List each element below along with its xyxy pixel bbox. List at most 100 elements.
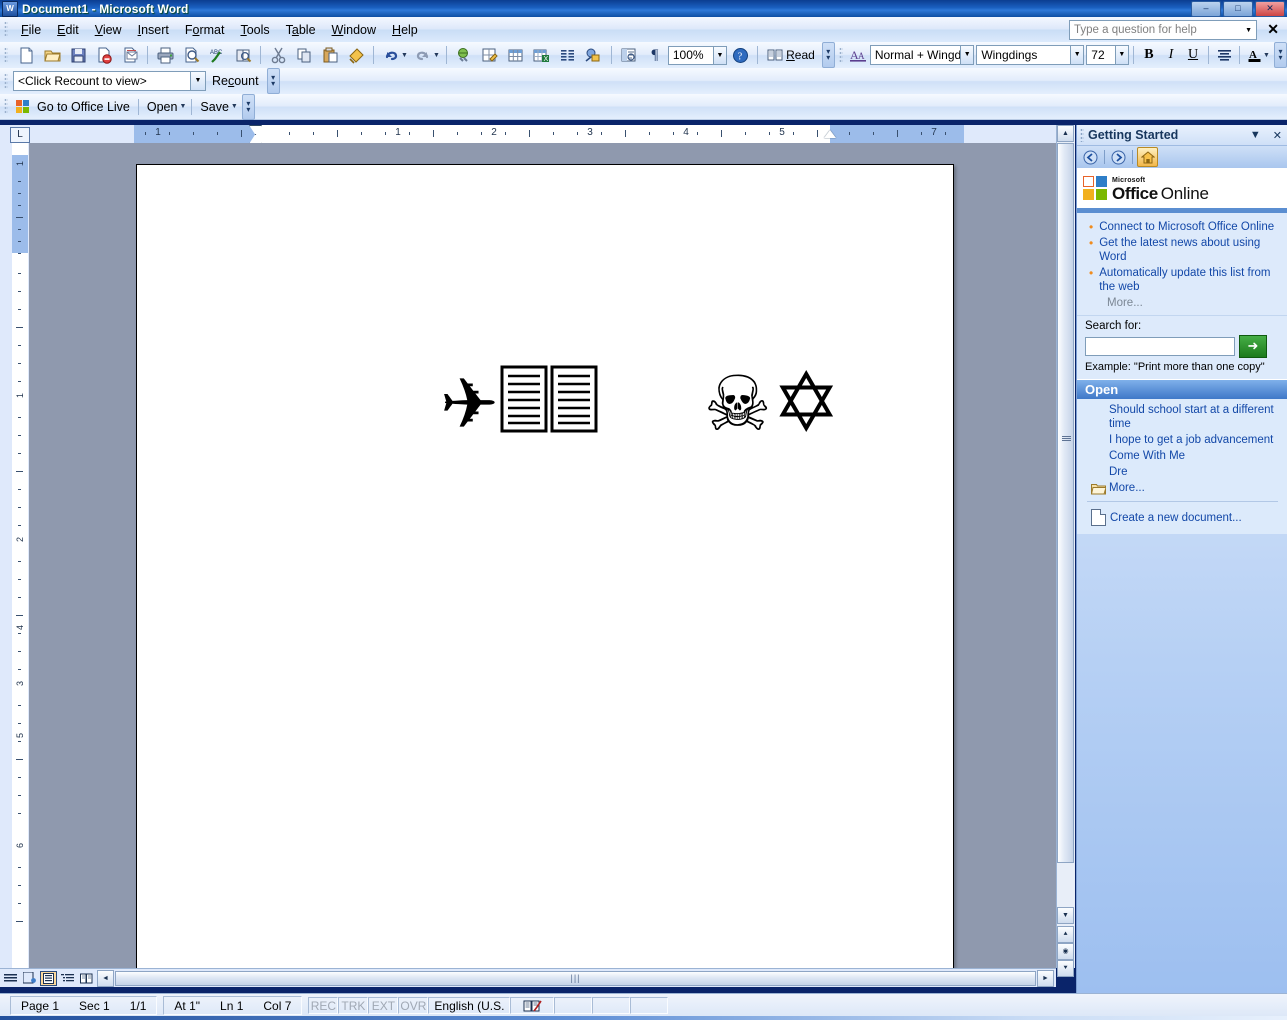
recount-button[interactable]: Recount <box>206 74 265 88</box>
style-dropdown-icon[interactable]: ▼ <box>961 45 975 65</box>
copy-icon[interactable] <box>292 43 316 67</box>
font-size-box[interactable]: 72 <box>1086 45 1116 65</box>
right-indent-marker[interactable] <box>824 130 836 138</box>
underline-button[interactable]: U <box>1182 43 1204 67</box>
vertical-scrollbar-thumb[interactable] <box>1057 143 1074 863</box>
print-icon[interactable] <box>153 43 177 67</box>
task-pane-close-icon[interactable]: ✕ <box>1267 129 1287 142</box>
horizontal-scrollbar-thumb[interactable]: ||| <box>115 970 1036 986</box>
standard-toolbar-overflow[interactable]: ▾ ▾ <box>821 42 835 68</box>
document-page[interactable]: ✈ ☠✡ <box>136 164 954 968</box>
close-document-button[interactable]: ✕ <box>1267 21 1279 38</box>
office-live-save-button[interactable]: Save <box>195 100 234 114</box>
font-color-dropdown-icon[interactable]: ▼ <box>1263 52 1270 59</box>
standard-toolbar-grip[interactable] <box>4 46 8 64</box>
menu-bar-grip[interactable] <box>4 21 8 38</box>
scroll-up-button[interactable]: ▲ <box>1057 125 1074 142</box>
normal-view-icon[interactable] <box>2 971 19 986</box>
word-count-dropdown-icon[interactable]: ▼ <box>191 71 206 91</box>
document-map-icon[interactable] <box>617 43 641 67</box>
status-ext[interactable]: EXT <box>368 997 399 1014</box>
list-item[interactable]: • Automatically update this list from th… <box>1077 265 1287 295</box>
recent-file-3[interactable]: Come With Me <box>1109 449 1282 463</box>
previous-page-button[interactable]: ⯅ <box>1057 926 1074 943</box>
menu-insert[interactable]: Insert <box>130 20 177 40</box>
document-canvas[interactable]: ✈ ☠✡ <box>29 143 1056 968</box>
new-document-icon[interactable] <box>14 43 38 67</box>
status-language[interactable]: English (U.S. <box>428 997 511 1014</box>
insert-hyperlink-icon[interactable] <box>452 43 476 67</box>
office-live-open-dropdown-icon[interactable]: ▼ <box>179 103 186 110</box>
recent-file-2[interactable]: I hope to get a job advancement <box>1109 433 1282 447</box>
email-icon[interactable] <box>118 43 142 67</box>
columns-icon[interactable] <box>556 43 580 67</box>
office-live-toolbar-overflow[interactable]: ▾ ▾ <box>241 93 255 120</box>
create-new-document-row[interactable]: Create a new document... <box>1077 507 1287 530</box>
select-browse-object-button[interactable]: ◉ <box>1057 943 1074 960</box>
status-ovr[interactable]: OVR <box>398 997 429 1014</box>
chevron-down-icon[interactable]: ▼ <box>1241 27 1256 34</box>
bold-button[interactable]: B <box>1138 43 1160 67</box>
search-go-button[interactable]: ➜ <box>1239 335 1267 358</box>
tables-borders-icon[interactable] <box>478 43 502 67</box>
menu-window[interactable]: Window <box>324 20 384 40</box>
task-pane-grip[interactable] <box>1080 128 1084 142</box>
tab-selector-button[interactable]: L <box>10 127 30 143</box>
font-size-dropdown-icon[interactable]: ▼ <box>1115 45 1129 65</box>
horizontal-ruler[interactable]: L 1 1 2 3 4 5 7 <box>0 125 1074 144</box>
zoom-dropdown-icon[interactable]: ▼ <box>713 45 728 65</box>
menu-help[interactable]: Help <box>384 20 426 40</box>
reading-layout-view-icon[interactable] <box>78 971 95 986</box>
home-icon[interactable] <box>1137 147 1158 167</box>
office-live-open-button[interactable]: Open <box>142 100 183 114</box>
zoom-value[interactable]: 100% <box>667 45 714 65</box>
menu-format[interactable]: Format <box>177 20 233 40</box>
menu-file[interactable]: File <box>13 20 49 40</box>
formatting-toolbar-grip[interactable] <box>838 46 843 64</box>
link-connect-office-online[interactable]: Connect to Microsoft Office Online <box>1099 220 1274 234</box>
scroll-down-button[interactable]: ▼ <box>1057 907 1074 924</box>
italic-button[interactable]: I <box>1160 43 1182 67</box>
list-item[interactable]: • Connect to Microsoft Office Online <box>1077 219 1287 235</box>
save-icon[interactable] <box>66 43 90 67</box>
print-preview-icon[interactable] <box>179 43 203 67</box>
styles-formatting-icon[interactable]: AA <box>848 43 870 67</box>
menu-view[interactable]: View <box>87 20 130 40</box>
menu-table[interactable]: Table <box>278 20 324 40</box>
search-input[interactable] <box>1085 337 1235 356</box>
task-pane-dropdown-icon[interactable]: ▼ <box>1244 129 1267 141</box>
scroll-right-button[interactable]: ► <box>1037 969 1054 987</box>
web-layout-view-icon[interactable] <box>21 971 38 986</box>
word-count-display[interactable]: <Click Recount to view> <box>13 71 191 91</box>
research-icon[interactable] <box>231 43 255 67</box>
links-more-button[interactable]: More... <box>1077 295 1287 309</box>
open-icon[interactable] <box>40 43 64 67</box>
vertical-scrollbar[interactable]: ▲ ▼ ⯅ ◉ ⯆ <box>1056 125 1075 977</box>
ask-a-question-box[interactable]: Type a question for help ▼ <box>1069 20 1257 40</box>
menu-tools[interactable]: Tools <box>232 20 277 40</box>
list-item[interactable]: • Get the latest news about using Word <box>1077 235 1287 265</box>
minimize-button[interactable]: – <box>1191 1 1221 17</box>
scroll-left-button[interactable]: ◄ <box>97 969 114 987</box>
link-auto-update-list[interactable]: Automatically update this list from the … <box>1099 266 1280 294</box>
maximize-button[interactable]: □ <box>1223 1 1253 17</box>
close-button[interactable]: ✕ <box>1255 1 1285 17</box>
spell-check-icon[interactable] <box>510 997 555 1014</box>
print-layout-view-icon[interactable] <box>40 970 57 986</box>
document-text-line[interactable]: ✈ ☠✡ <box>262 293 841 515</box>
recent-file-4[interactable]: Dre <box>1109 465 1282 479</box>
forward-icon[interactable] <box>1109 148 1128 166</box>
go-to-office-live-button[interactable]: Go to Office Live <box>13 99 135 114</box>
align-icon[interactable] <box>1213 43 1235 67</box>
back-icon[interactable] <box>1081 148 1100 166</box>
cut-icon[interactable] <box>266 43 290 67</box>
open-more-button[interactable]: More... <box>1109 481 1145 495</box>
paste-icon[interactable] <box>318 43 342 67</box>
permission-icon[interactable] <box>92 43 116 67</box>
formatting-toolbar-overflow[interactable]: ▾ ▾ <box>1273 42 1287 68</box>
outline-view-icon[interactable] <box>59 971 76 986</box>
drawing-icon[interactable] <box>582 43 606 67</box>
office-live-toolbar-grip[interactable] <box>4 98 8 115</box>
format-painter-icon[interactable] <box>344 43 368 67</box>
undo-icon[interactable] <box>379 43 403 67</box>
